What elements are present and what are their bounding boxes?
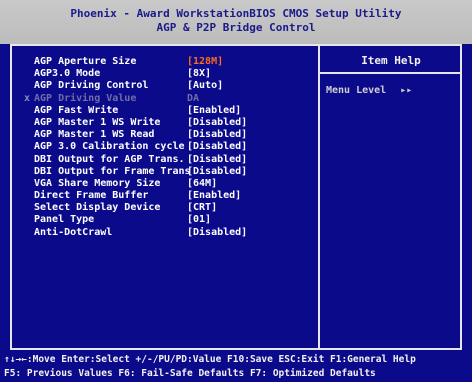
setting-label: AGP Master 1 WS Write	[34, 116, 161, 128]
setting-value[interactable]: [01]	[187, 214, 211, 225]
setting-value[interactable]: [128M]	[187, 56, 223, 67]
setting-label: Direct Frame Buffer	[34, 190, 149, 202]
setting-value[interactable]: [CRT]	[187, 202, 217, 213]
setting-label: AGP Driving Control	[34, 80, 149, 92]
setting-label: DBI Output for Frame Trans	[34, 165, 191, 177]
setting-value[interactable]: [Disabled]	[187, 129, 247, 140]
setting-agp-aperture-size[interactable]: AGP Aperture Size [128M]	[24, 56, 314, 68]
setting-agp-driving-control[interactable]: AGP Driving Control [Auto]	[24, 80, 314, 92]
setting-value[interactable]: [Disabled]	[187, 166, 247, 177]
setting-anti-dotcrawl[interactable]: Anti-DotCrawl [Disabled]	[24, 227, 314, 239]
setting-value[interactable]: [Disabled]	[187, 141, 247, 152]
settings-list: AGP Aperture Size [128M] AGP3.0 Mode [8X…	[24, 56, 314, 239]
key-help-footer: ↑↓→←:Move Enter:Select +/-/PU/PD:Value F…	[0, 350, 472, 382]
setting-label: DBI Output for AGP Trans.	[34, 153, 185, 165]
menu-level-label: Menu Level	[326, 85, 387, 96]
setting-label: AGP Aperture Size	[34, 56, 137, 67]
setting-value[interactable]: [Auto]	[187, 80, 223, 91]
setting-label: VGA Share Memory Size	[34, 177, 161, 189]
setting-dbi-output-agp[interactable]: DBI Output for AGP Trans. [Disabled]	[24, 154, 314, 166]
setting-agp3-mode[interactable]: AGP3.0 Mode [8X]	[24, 68, 314, 80]
setting-label: AGP Driving Value	[34, 92, 137, 104]
setting-direct-frame-buffer[interactable]: Direct Frame Buffer [Enabled]	[24, 190, 314, 202]
setting-value[interactable]: [64M]	[187, 178, 217, 189]
setting-vga-share-memory[interactable]: VGA Share Memory Size [64M]	[24, 178, 314, 190]
setting-agp-master-ws-read[interactable]: AGP Master 1 WS Read [Disabled]	[24, 129, 314, 141]
footer-keys-line-2: F5: Previous Values F6: Fail-Safe Defaul…	[4, 368, 376, 379]
setting-value: DA	[187, 92, 200, 104]
setting-label: AGP Master 1 WS Read	[34, 129, 155, 141]
setting-value[interactable]: [Enabled]	[187, 105, 241, 116]
setting-label: AGP Fast Write	[34, 104, 119, 116]
utility-title: Phoenix - Award WorkstationBIOS CMOS Set…	[70, 7, 402, 20]
setting-value[interactable]: [Disabled]	[187, 227, 247, 238]
setting-value[interactable]: [Disabled]	[187, 117, 247, 128]
setting-agp-fast-write[interactable]: AGP Fast Write [Enabled]	[24, 105, 314, 117]
setting-panel-type[interactable]: Panel Type [01]	[24, 214, 314, 226]
setting-label: AGP3.0 Mode	[34, 68, 101, 80]
panel-divider	[318, 44, 320, 350]
page-title: AGP & P2P Bridge Control	[156, 21, 316, 34]
setting-label: Panel Type	[34, 214, 95, 226]
setting-select-display-device[interactable]: Select Display Device [CRT]	[24, 202, 314, 214]
menu-level-arrows-icon: ▸▸	[400, 85, 413, 96]
menu-level: Menu Level ▸▸	[326, 85, 412, 96]
setting-label: AGP 3.0 Calibration cycle	[34, 141, 185, 153]
setting-value[interactable]: [8X]	[187, 68, 211, 79]
setting-label: Select Display Device	[34, 202, 161, 214]
setting-dbi-output-frame[interactable]: DBI Output for Frame Trans [Disabled]	[24, 166, 314, 178]
title-bar: Phoenix - Award WorkstationBIOS CMOS Set…	[0, 0, 472, 44]
setting-agp-driving-value: x AGP Driving Value DA	[24, 93, 314, 105]
setting-label: Anti-DotCrawl	[34, 226, 113, 238]
setting-value[interactable]: [Disabled]	[187, 154, 247, 165]
item-help-title: Item Help	[320, 48, 462, 74]
disabled-marker-icon: x	[24, 92, 31, 104]
setting-value[interactable]: [Enabled]	[187, 190, 241, 201]
setting-agp-master-ws-write[interactable]: AGP Master 1 WS Write [Disabled]	[24, 117, 314, 129]
setting-agp3-calibration-cycle[interactable]: AGP 3.0 Calibration cycle [Disabled]	[24, 141, 314, 153]
footer-keys-line-1: ↑↓→←:Move Enter:Select +/-/PU/PD:Value F…	[4, 354, 416, 365]
